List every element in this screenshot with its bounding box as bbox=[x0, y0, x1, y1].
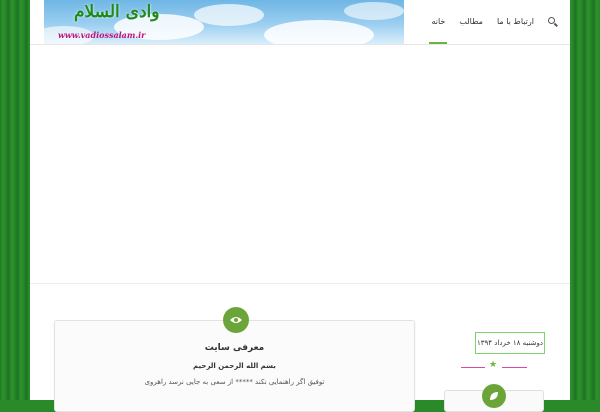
cloud-shape bbox=[344, 2, 404, 20]
site-logo-url: www.vadiossalam.ir bbox=[58, 30, 146, 40]
cloud-shape bbox=[264, 20, 374, 44]
star-icon: ★ bbox=[489, 360, 498, 370]
post-text-line: توفیق اگر راهنمایی نکند ***** از سعی به … bbox=[144, 378, 325, 386]
nav-item-home[interactable]: خانه bbox=[429, 0, 448, 44]
post-title[interactable]: معرفی سایت bbox=[55, 343, 414, 353]
widget-badge bbox=[482, 384, 506, 408]
main-nav: خانه مطالب ارتباط با ما bbox=[429, 0, 558, 44]
post-text-line: بسم الله الرحمن الرحیم bbox=[193, 362, 276, 370]
site-header: وادی السلام www.vadiossalam.ir خانه مطال… bbox=[30, 0, 570, 45]
eye-icon bbox=[230, 317, 242, 323]
post-badge bbox=[223, 307, 249, 333]
leaf-icon bbox=[490, 392, 498, 400]
slider-area bbox=[30, 45, 570, 284]
date-display: دوشنبه ۱۸ خرداد ۱۳۹۴ bbox=[475, 332, 545, 354]
header-banner[interactable]: وادی السلام www.vadiossalam.ir bbox=[44, 0, 404, 44]
nav-item-contact[interactable]: ارتباط با ما bbox=[497, 0, 534, 44]
divider-left bbox=[461, 367, 485, 368]
nav-item-posts[interactable]: مطالب bbox=[459, 0, 483, 44]
sidebar-widget bbox=[444, 384, 544, 412]
page-container: وادی السلام www.vadiossalam.ir خانه مطال… bbox=[30, 0, 570, 412]
divider-right bbox=[502, 367, 527, 368]
search-icon[interactable] bbox=[548, 17, 558, 27]
site-logo[interactable]: وادی السلام bbox=[74, 2, 159, 22]
post-card: معرفی سایت بسم الله الرحمن الرحیم توفیق … bbox=[54, 307, 415, 412]
cloud-shape bbox=[194, 4, 264, 26]
